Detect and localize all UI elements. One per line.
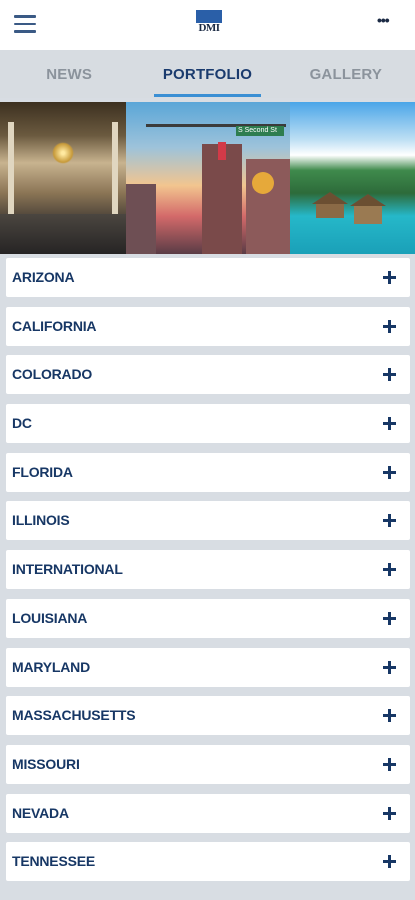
location-list: ARIZONA CALIFORNIA COLORADO DC FLORIDA I… bbox=[6, 258, 410, 891]
location-item-colorado[interactable]: COLORADO bbox=[6, 355, 410, 395]
location-item-dc[interactable]: DC bbox=[6, 404, 410, 444]
tab-portfolio[interactable]: PORTFOLIO bbox=[138, 50, 276, 98]
hamburger-menu-icon[interactable] bbox=[14, 15, 36, 33]
overwater-villa-photo bbox=[290, 102, 415, 254]
portfolio-banner: S Second St bbox=[0, 102, 415, 254]
location-item-missouri[interactable]: MISSOURI bbox=[6, 744, 410, 784]
location-item-massachusetts[interactable]: MASSACHUSETTS bbox=[6, 696, 410, 736]
tab-bar: NEWS PORTFOLIO GALLERY bbox=[0, 50, 415, 98]
more-options-icon[interactable]: ••• bbox=[377, 13, 391, 27]
tab-news[interactable]: NEWS bbox=[0, 50, 138, 98]
city-street-photo: S Second St bbox=[126, 102, 290, 254]
expand-plus-icon[interactable] bbox=[383, 514, 396, 528]
location-label: TENNESSEE bbox=[12, 853, 95, 870]
company-logo: DMI bbox=[196, 10, 222, 36]
location-label: NEVADA bbox=[12, 804, 69, 821]
hotel-lobby-photo bbox=[0, 102, 126, 254]
location-item-arizona[interactable]: ARIZONA bbox=[6, 258, 410, 297]
location-label: MISSOURI bbox=[12, 755, 80, 772]
logo-text: DMI bbox=[198, 22, 220, 34]
location-label: FLORIDA bbox=[12, 463, 73, 480]
expand-plus-icon[interactable] bbox=[383, 368, 396, 382]
location-label: COLORADO bbox=[12, 366, 93, 383]
location-label: INTERNATIONAL bbox=[12, 561, 123, 578]
location-item-nevada[interactable]: NEVADA bbox=[6, 793, 410, 833]
expand-plus-icon[interactable] bbox=[383, 563, 396, 577]
location-label: ARIZONA bbox=[12, 269, 75, 285]
location-label: LOUISIANA bbox=[12, 609, 88, 626]
expand-plus-icon[interactable] bbox=[383, 319, 396, 333]
expand-plus-icon[interactable] bbox=[383, 611, 396, 625]
expand-plus-icon[interactable] bbox=[383, 660, 396, 674]
location-item-illinois[interactable]: ILLINOIS bbox=[6, 501, 410, 541]
location-item-california[interactable]: CALIFORNIA bbox=[6, 306, 410, 346]
location-item-international[interactable]: INTERNATIONAL bbox=[6, 550, 410, 590]
expand-plus-icon[interactable] bbox=[383, 806, 396, 820]
expand-plus-icon[interactable] bbox=[383, 709, 396, 723]
location-item-florida[interactable]: FLORIDA bbox=[6, 452, 410, 492]
location-label: MARYLAND bbox=[12, 658, 90, 675]
location-label: MASSACHUSETTS bbox=[12, 707, 136, 724]
tab-gallery[interactable]: GALLERY bbox=[277, 50, 415, 98]
location-item-louisiana[interactable]: LOUISIANA bbox=[6, 598, 410, 638]
location-item-maryland[interactable]: MARYLAND bbox=[6, 647, 410, 687]
expand-plus-icon[interactable] bbox=[383, 757, 396, 771]
expand-plus-icon[interactable] bbox=[383, 417, 396, 431]
top-app-bar: DMI ••• bbox=[0, 0, 415, 50]
location-label: CALIFORNIA bbox=[12, 317, 97, 334]
expand-plus-icon[interactable] bbox=[383, 271, 396, 284]
expand-plus-icon[interactable] bbox=[383, 465, 396, 479]
street-sign: S Second St bbox=[236, 126, 284, 136]
location-label: DC bbox=[12, 415, 32, 432]
expand-plus-icon[interactable] bbox=[383, 855, 396, 869]
location-label: ILLINOIS bbox=[12, 512, 70, 529]
location-item-tennessee[interactable]: TENNESSEE bbox=[6, 842, 410, 882]
